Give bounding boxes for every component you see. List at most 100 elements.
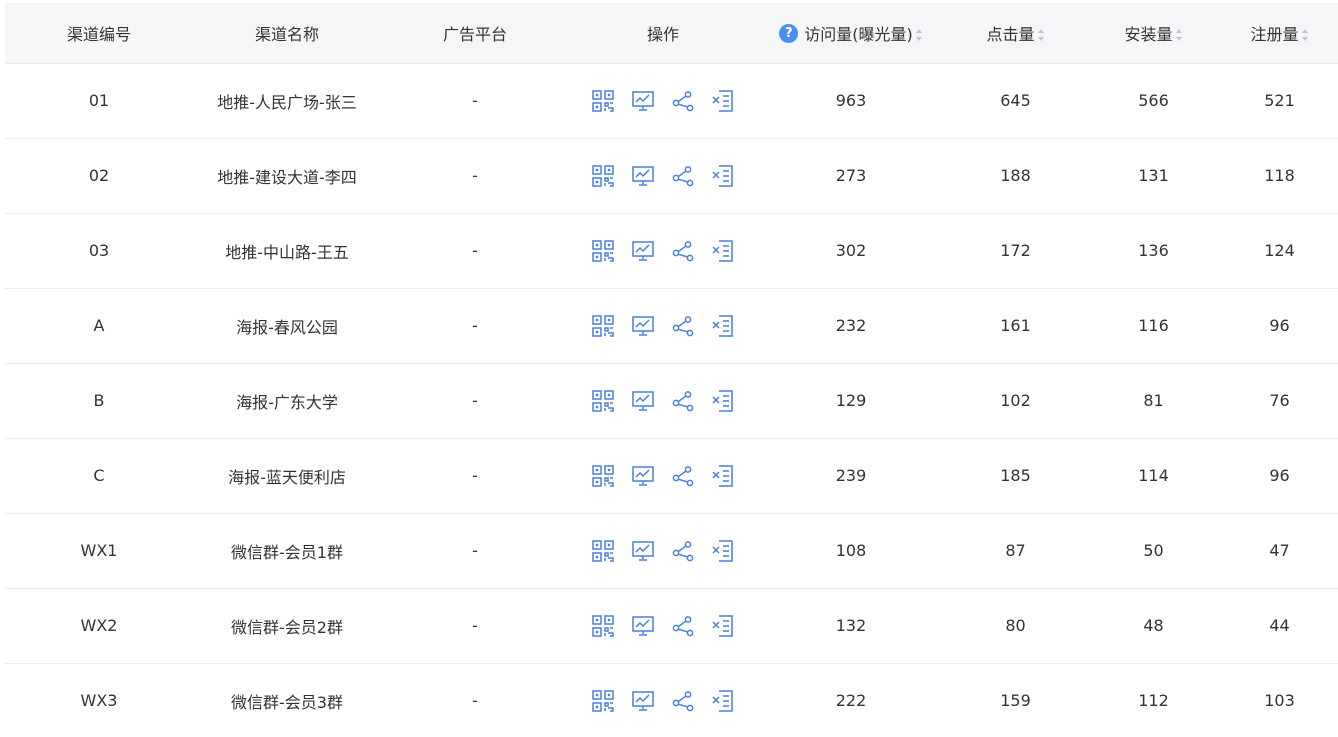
cell-ops <box>569 513 757 588</box>
column-header-installs[interactable]: 安装量 <box>1086 3 1221 64</box>
cell-installs: 136 <box>1138 241 1169 260</box>
qrcode-icon[interactable] <box>591 464 615 488</box>
share-icon[interactable] <box>671 614 695 638</box>
column-header-code: 渠道编号 <box>5 3 193 64</box>
table-row: 02 地推-建设大道-李四 - 273 188 131 118 <box>5 138 1338 213</box>
cell-visits: 129 <box>835 391 867 410</box>
cell-code: WX2 <box>80 616 118 635</box>
cell-clicks: 188 <box>1000 166 1031 185</box>
qrcode-icon[interactable] <box>591 314 615 338</box>
qrcode-icon[interactable] <box>591 689 615 713</box>
trend-chart-icon[interactable] <box>631 614 655 638</box>
column-header-label: 渠道编号 <box>66 24 131 44</box>
cell-platform: - <box>472 541 478 560</box>
cell-code: A <box>93 316 105 335</box>
table-row: B 海报-广东大学 - 129 102 81 76 <box>5 363 1338 438</box>
cell-installs: 112 <box>1138 691 1169 710</box>
trend-chart-icon[interactable] <box>631 464 655 488</box>
cell-installs: 81 <box>1143 391 1164 410</box>
cell-name: 微信群-会员1群 <box>231 542 343 562</box>
cell-platform: - <box>472 466 478 485</box>
trend-chart-icon[interactable] <box>631 239 655 263</box>
cell-clicks: 80 <box>1005 616 1026 635</box>
trend-chart-icon[interactable] <box>631 89 655 113</box>
cell-installs: 50 <box>1143 541 1164 560</box>
column-header-label: 访问量(曝光量) <box>804 24 913 44</box>
delete-list-icon[interactable] <box>711 464 735 488</box>
column-header-registers[interactable]: 注册量 <box>1221 3 1338 64</box>
column-header-platform: 广告平台 <box>381 3 569 64</box>
delete-list-icon[interactable] <box>711 89 735 113</box>
table-row: C 海报-蓝天便利店 - 239 185 114 96 <box>5 438 1338 513</box>
cell-registers: 521 <box>1264 91 1295 110</box>
sort-caret-icon[interactable] <box>915 29 923 42</box>
share-icon[interactable] <box>671 89 695 113</box>
cell-ops <box>569 63 757 138</box>
column-header-label: 点击量 <box>986 24 1035 44</box>
column-header-label: 注册量 <box>1250 24 1299 44</box>
cell-installs: 114 <box>1138 466 1169 485</box>
column-header-label: 安装量 <box>1124 24 1173 44</box>
cell-registers: 47 <box>1269 541 1290 560</box>
column-header-label: 操作 <box>646 24 679 44</box>
share-icon[interactable] <box>671 239 695 263</box>
row-actions <box>569 314 757 338</box>
share-icon[interactable] <box>671 464 695 488</box>
header-row: 渠道编号 渠道名称 广告平台 操作? 访问量(曝光量) 点击量 安装量 注册量 <box>5 3 1338 64</box>
sort-caret-icon[interactable] <box>1037 29 1045 42</box>
delete-list-icon[interactable] <box>711 539 735 563</box>
table-row: WX2 微信群-会员2群 - 132 80 48 44 <box>5 588 1338 663</box>
qrcode-icon[interactable] <box>591 239 615 263</box>
cell-ops <box>569 288 757 363</box>
share-icon[interactable] <box>671 389 695 413</box>
trend-chart-icon[interactable] <box>631 164 655 188</box>
qrcode-icon[interactable] <box>591 539 615 563</box>
cell-code: 03 <box>88 241 110 260</box>
channel-table-container: 渠道编号 渠道名称 广告平台 操作? 访问量(曝光量) 点击量 安装量 注册量 01 地推-人民… <box>5 3 1338 737</box>
cell-ops <box>569 138 757 213</box>
share-icon[interactable] <box>671 164 695 188</box>
delete-list-icon[interactable] <box>711 614 735 638</box>
delete-list-icon[interactable] <box>711 689 735 713</box>
delete-list-icon[interactable] <box>711 389 735 413</box>
column-header-visits[interactable]: ? 访问量(曝光量) <box>757 3 945 64</box>
delete-list-icon[interactable] <box>711 314 735 338</box>
delete-list-icon[interactable] <box>711 239 735 263</box>
trend-chart-icon[interactable] <box>631 689 655 713</box>
cell-ops <box>569 663 757 737</box>
column-header-clicks[interactable]: 点击量 <box>945 3 1086 64</box>
row-actions <box>569 89 757 113</box>
cell-name: 微信群-会员2群 <box>231 617 343 637</box>
cell-platform: - <box>472 616 478 635</box>
cell-visits: 302 <box>835 241 867 260</box>
qrcode-icon[interactable] <box>591 389 615 413</box>
cell-installs: 48 <box>1143 616 1164 635</box>
qrcode-icon[interactable] <box>591 89 615 113</box>
qrcode-icon[interactable] <box>591 614 615 638</box>
share-icon[interactable] <box>671 689 695 713</box>
table-row: 01 地推-人民广场-张三 - 963 645 566 521 <box>5 63 1338 138</box>
cell-visits: 232 <box>835 316 867 335</box>
sort-caret-icon[interactable] <box>1301 29 1309 42</box>
help-icon[interactable]: ? <box>779 24 799 44</box>
cell-visits: 963 <box>835 91 867 110</box>
cell-code: B <box>93 391 105 410</box>
cell-name: 海报-春风公园 <box>236 317 338 337</box>
delete-list-icon[interactable] <box>711 164 735 188</box>
share-icon[interactable] <box>671 539 695 563</box>
table-row: A 海报-春风公园 - 232 161 116 96 <box>5 288 1338 363</box>
table-row: WX3 微信群-会员3群 - 222 159 112 103 <box>5 663 1338 737</box>
table-row: WX1 微信群-会员1群 - 108 87 50 47 <box>5 513 1338 588</box>
cell-ops <box>569 588 757 663</box>
cell-name: 海报-广东大学 <box>236 392 338 412</box>
trend-chart-icon[interactable] <box>631 389 655 413</box>
row-actions <box>569 164 757 188</box>
sort-caret-icon[interactable] <box>1175 29 1183 42</box>
cell-registers: 76 <box>1269 391 1290 410</box>
qrcode-icon[interactable] <box>591 164 615 188</box>
row-actions <box>569 614 757 638</box>
trend-chart-icon[interactable] <box>631 314 655 338</box>
share-icon[interactable] <box>671 314 695 338</box>
trend-chart-icon[interactable] <box>631 539 655 563</box>
cell-registers: 118 <box>1264 166 1295 185</box>
